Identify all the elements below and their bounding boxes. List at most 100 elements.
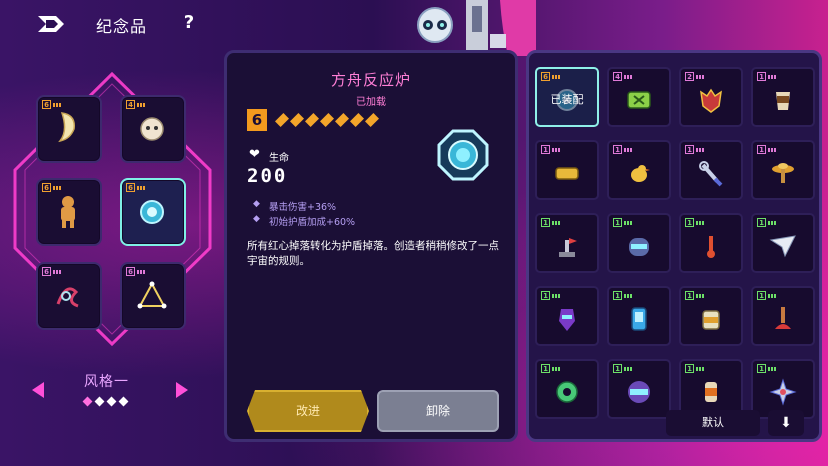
knight-icon xyxy=(559,308,575,331)
page-title: 纪念品 xyxy=(96,17,148,36)
star-icon xyxy=(305,113,319,127)
grade-tag: 1 xyxy=(757,145,777,154)
help-icon[interactable]: ? xyxy=(178,12,200,34)
grade-tag: 2 xyxy=(685,72,705,81)
page-dot[interactable] xyxy=(82,396,93,407)
grade-tag: 1 xyxy=(685,364,705,373)
relic-status: 已加载 xyxy=(356,97,386,108)
grade-tag: 1 xyxy=(757,364,777,373)
grade-tag: 1 xyxy=(685,218,705,227)
triangle-icon xyxy=(137,281,167,309)
stat-label: 生命 xyxy=(269,153,289,164)
grade-tag: 1 xyxy=(757,72,777,81)
demon-mask-icon xyxy=(700,88,722,113)
star-icon xyxy=(320,113,334,127)
inventory-item[interactable]: 1 xyxy=(535,286,599,346)
page-dot[interactable] xyxy=(118,396,129,407)
fang-icon xyxy=(58,112,75,143)
inventory-item[interactable]: 1 xyxy=(751,140,815,200)
grade-tag: 1 xyxy=(757,291,777,300)
star-icon xyxy=(335,113,349,127)
star-icon xyxy=(350,113,364,127)
grade-tag: 1 xyxy=(541,218,561,227)
phone-icon xyxy=(631,307,647,331)
grade-tag: 1 xyxy=(541,145,561,154)
tape-icon xyxy=(555,167,579,180)
inventory-item[interactable]: 1 xyxy=(751,286,815,346)
inventory-item[interactable]: 1 xyxy=(679,286,743,346)
slot-1[interactable]: 6 xyxy=(36,95,102,163)
inventory-item[interactable]: 1 xyxy=(751,213,815,273)
paper-plane-icon xyxy=(769,235,796,258)
style-page-indicator xyxy=(82,396,129,407)
mask-icon xyxy=(140,117,164,141)
inventory-item[interactable]: 1 xyxy=(679,213,743,273)
upgrade-button[interactable]: 改进 xyxy=(247,390,369,432)
default-sort-button[interactable]: 默认 xyxy=(666,410,760,436)
inventory-item[interactable]: 1 xyxy=(607,140,671,200)
back-icon[interactable] xyxy=(36,12,66,36)
slot-4[interactable]: 6 xyxy=(120,178,186,246)
inventory-item[interactable]: 1 xyxy=(751,67,815,127)
bullet-icon: ◆ xyxy=(253,214,260,224)
remove-button[interactable]: 卸除 xyxy=(377,390,499,432)
grade-tag: 1 xyxy=(685,145,705,154)
equipped-label: 已装配 xyxy=(550,93,584,106)
grade-tag: 4 xyxy=(613,72,633,81)
grade-tag: 1 xyxy=(541,364,561,373)
grade-tag: 1 xyxy=(541,291,561,300)
reactor-icon xyxy=(140,200,164,224)
inventory-item[interactable]: 1 xyxy=(607,213,671,273)
inventory-item[interactable]: 4 xyxy=(607,67,671,127)
pin-icon xyxy=(707,235,715,258)
inventory-item[interactable]: 1 xyxy=(535,213,599,273)
star-rating xyxy=(275,113,379,127)
stat-value: 200 xyxy=(247,165,288,187)
inventory-item[interactable]: 1 xyxy=(535,140,599,200)
gingerbread-icon xyxy=(61,196,75,228)
prev-style-arrow-icon[interactable] xyxy=(32,382,44,398)
grade-tag: 1 xyxy=(613,145,633,154)
inventory-item[interactable]: 6 已装配 xyxy=(535,67,599,127)
sort-icon[interactable]: ⬇ xyxy=(768,410,804,436)
inventory-item[interactable]: 1 xyxy=(607,286,671,346)
bird-icon xyxy=(631,164,650,182)
inventory-item[interactable]: 1 xyxy=(679,140,743,200)
bullet-icon: ◆ xyxy=(253,199,260,209)
next-style-arrow-icon[interactable] xyxy=(176,382,188,398)
star-icon xyxy=(275,113,289,127)
slot-2[interactable]: 4 xyxy=(120,95,186,163)
top-bar: 纪念品 ? xyxy=(0,0,828,48)
cup-icon xyxy=(776,91,790,110)
slot-6[interactable]: 6 xyxy=(120,262,186,330)
inventory-item[interactable]: 2 xyxy=(679,67,743,127)
reactor-icon xyxy=(437,129,489,181)
shuriken-icon xyxy=(769,378,797,406)
inventory-panel: 6 已装配 4 2 1 1 1 1 1 1 1 1 1 1 1 1 1 1 1 1 1 xyxy=(526,50,822,442)
donut-icon xyxy=(556,381,578,403)
inventory-item[interactable]: 1 xyxy=(535,359,599,419)
slot-5[interactable]: 6 xyxy=(36,262,102,330)
inventory-item[interactable]: 1 xyxy=(607,359,671,419)
wrench-icon xyxy=(699,160,723,187)
plunger-icon xyxy=(775,306,791,329)
visor-icon xyxy=(628,380,650,403)
heart-icon: ❤ xyxy=(249,147,260,162)
console-icon xyxy=(627,91,651,109)
joystick-icon xyxy=(559,237,577,257)
page-dot[interactable] xyxy=(94,396,105,407)
jar-icon xyxy=(702,310,720,330)
helmet-icon xyxy=(629,237,649,256)
grade-tag: 1 xyxy=(613,364,633,373)
slot-3[interactable]: 6 xyxy=(36,178,102,246)
page-dot[interactable] xyxy=(106,396,117,407)
grade-tag: 1 xyxy=(757,218,777,227)
knot-icon xyxy=(56,287,79,308)
lamp-icon xyxy=(772,162,794,183)
relic-detail-panel: 方舟反应炉 已加载 6 ❤ 生命 200 ◆ 暴击伤害+36% ◆ 初始护盾加成… xyxy=(224,50,518,442)
bottle-icon xyxy=(705,381,717,402)
grade-tag: 1 xyxy=(613,291,633,300)
bonus-line: 暴击伤害+36% xyxy=(269,202,337,213)
relic-name: 方舟反应炉 xyxy=(330,71,411,89)
bonus-line: 初始护盾加成+60% xyxy=(269,217,356,228)
